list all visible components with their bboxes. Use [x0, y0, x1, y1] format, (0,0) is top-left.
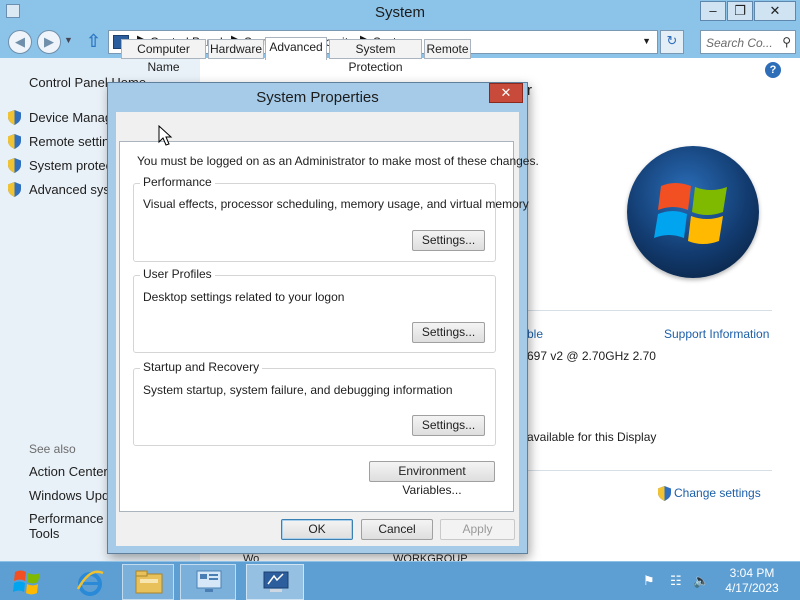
- ok-button[interactable]: OK: [281, 519, 353, 540]
- shield-icon: [8, 182, 21, 197]
- startup-recovery-settings-button[interactable]: Settings...: [412, 415, 485, 436]
- user-profiles-group-label: User Profiles: [140, 267, 215, 281]
- windows-logo: [627, 146, 759, 278]
- minimize-button[interactable]: –: [700, 1, 726, 21]
- internet-explorer-taskbar-button[interactable]: [63, 564, 117, 600]
- tab-advanced[interactable]: Advanced: [265, 37, 327, 60]
- environment-variables-button[interactable]: Environment Variables...: [369, 461, 495, 497]
- back-button[interactable]: ◀: [8, 30, 32, 54]
- recent-locations-dropdown-icon[interactable]: ▼: [64, 35, 73, 45]
- refresh-icon[interactable]: ↻: [660, 30, 684, 54]
- server-manager-icon: [196, 570, 222, 592]
- clock-time: 3:04 PM: [729, 566, 775, 580]
- support-information-link[interactable]: Support Information: [664, 327, 769, 341]
- search-icon[interactable]: ⚲: [782, 35, 791, 49]
- pen-touch-value: available for this Display: [527, 430, 657, 444]
- address-dropdown-icon[interactable]: ▼: [642, 36, 651, 46]
- shield-icon: [8, 110, 21, 125]
- search-input[interactable]: Search Co... ⚲: [700, 30, 796, 54]
- close-button[interactable]: ✕: [754, 1, 796, 21]
- shield-icon: [8, 158, 21, 173]
- tab-remote[interactable]: Remote: [424, 39, 471, 59]
- remote-settings-link[interactable]: Remote setting: [29, 134, 116, 149]
- action-center-link[interactable]: Action Center: [29, 464, 108, 479]
- taskbar-clock[interactable]: 3:04 PM 4/17/2023: [717, 566, 787, 596]
- folder-icon: [135, 570, 163, 594]
- tab-computer-name[interactable]: Computer Name: [121, 39, 206, 74]
- startup-recovery-group-label: Startup and Recovery: [140, 360, 263, 374]
- network-icon[interactable]: ☷: [670, 573, 682, 589]
- user-profiles-settings-button[interactable]: Settings...: [412, 322, 485, 343]
- cancel-button[interactable]: Cancel: [361, 519, 433, 540]
- windows-flag-icon: [654, 183, 727, 244]
- system-protection-link[interactable]: System protect: [29, 158, 116, 173]
- title-bar: System – ❐ ✕: [0, 0, 800, 26]
- shield-icon: [658, 486, 671, 501]
- up-arrow-icon[interactable]: ⇧: [86, 31, 106, 53]
- startup-recovery-description: System startup, system failure, and debu…: [143, 383, 453, 397]
- apply-button[interactable]: Apply: [440, 519, 515, 540]
- mouse-cursor-icon: [158, 125, 173, 146]
- tab-hardware[interactable]: Hardware: [208, 39, 264, 59]
- advanced-system-settings-link[interactable]: Advanced syst: [29, 182, 114, 197]
- window-title: System: [374, 4, 425, 21]
- performance-settings-button[interactable]: Settings...: [412, 230, 485, 251]
- windows-update-link[interactable]: Windows Upda: [29, 488, 116, 503]
- dialog-title: System Properties: [256, 89, 379, 106]
- dialog-close-button[interactable]: ✕: [489, 83, 523, 103]
- server-manager-taskbar-button[interactable]: [180, 564, 236, 600]
- start-button-icon[interactable]: [11, 568, 43, 596]
- see-also-heading: See also: [29, 442, 76, 456]
- forward-button[interactable]: ▶: [37, 30, 61, 54]
- search-placeholder: Search Co...: [706, 36, 773, 50]
- help-icon[interactable]: ?: [765, 62, 781, 78]
- tab-system-protection[interactable]: System Protection: [329, 39, 422, 74]
- internet-explorer-icon: [76, 570, 104, 596]
- flag-notification-icon[interactable]: ⚑: [643, 573, 655, 589]
- performance-info-link[interactable]: Performance In: [29, 511, 118, 526]
- file-explorer-taskbar-button[interactable]: [122, 564, 174, 600]
- performance-tools-link[interactable]: Tools: [29, 526, 59, 541]
- user-profiles-description: Desktop settings related to your logon: [143, 290, 345, 304]
- maximize-button[interactable]: ❐: [727, 1, 753, 21]
- admin-note: You must be logged on as an Administrato…: [137, 154, 539, 168]
- change-settings-link[interactable]: Change settings: [674, 486, 761, 500]
- shield-icon: [8, 134, 21, 149]
- clock-date: 4/17/2023: [725, 581, 779, 595]
- control-panel-icon: [263, 571, 289, 592]
- section-divider: [527, 310, 772, 311]
- device-manager-link[interactable]: Device Manag: [29, 110, 112, 125]
- processor-rating-link[interactable]: ble: [527, 327, 543, 341]
- section-divider: [527, 470, 772, 471]
- performance-group-label: Performance: [140, 175, 215, 189]
- control-panel-taskbar-button[interactable]: [246, 564, 304, 600]
- volume-muted-icon[interactable]: 🔈: [693, 573, 709, 589]
- processor-value: 697 v2 @ 2.70GHz 2.70: [527, 349, 656, 363]
- performance-description: Visual effects, processor scheduling, me…: [143, 197, 529, 211]
